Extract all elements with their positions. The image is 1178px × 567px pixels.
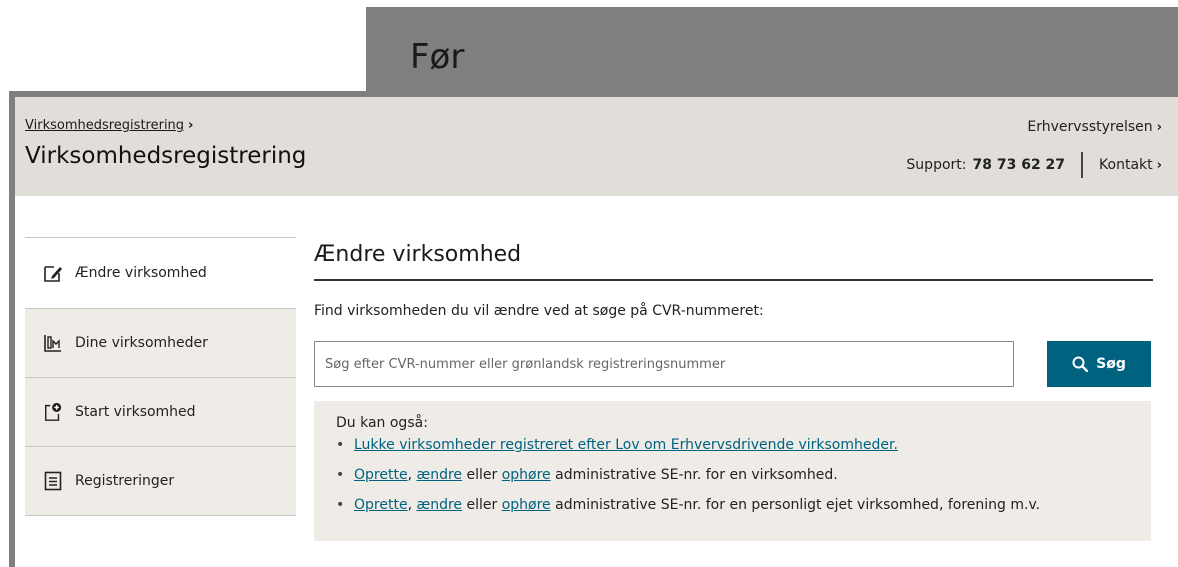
sidebar-item-your-companies[interactable]: Dine virksomheder [25,308,296,377]
search-input[interactable] [314,341,1014,387]
chevron-right-icon: › [188,118,194,133]
before-label-banner: Før [366,7,1178,99]
also-box: Du kan også: Lukke virksomheder registre… [314,401,1151,541]
sidebar-item-label: Ændre virksomhed [75,265,207,281]
main-content: Ændre virksomhed Find virksomheden du vi… [314,237,1153,541]
list-item: Oprette, ændre eller ophøre administrati… [336,495,1129,515]
search-button-label: Søg [1096,356,1126,372]
chevron-right-icon: › [1156,158,1162,173]
before-label: Før [410,37,465,77]
sidebar-item-label: Registreringer [75,473,175,489]
support-bar: Support: 78 73 62 27 Kontakt › [906,152,1162,178]
sidebar-item-label: Start virksomhed [75,404,196,420]
page: Virksomhedsregistrering › Virksomhedsregi… [15,97,1178,567]
screenshot-frame: Virksomhedsregistrering › Virksomhedsregi… [9,91,1178,567]
terminate-link[interactable]: ophøre [502,497,551,513]
intro-text: Find virksomheden du vil ændre ved at sø… [314,303,764,319]
edit-icon [43,262,63,284]
support-label: Support: [906,157,967,173]
breadcrumb: Virksomhedsregistrering › [25,118,193,133]
also-list: Lukke virksomheder registreret efter Lov… [336,435,1129,515]
search-button[interactable]: Søg [1047,341,1151,387]
create-link[interactable]: Oprette [354,497,408,513]
sidebar-item-start-company[interactable]: Start virksomhed [25,377,296,446]
create-link[interactable]: Oprette [354,467,408,483]
header-divider [1081,152,1084,178]
change-link[interactable]: ændre [416,497,462,513]
list-item-text: administrative SE-nr. for en virksomhed. [550,467,838,483]
chevron-right-icon: › [1156,120,1162,135]
start-company-icon [43,401,63,423]
terminate-link[interactable]: ophøre [502,467,551,483]
contact-link-label: Kontakt [1099,157,1153,173]
list-item: Oprette, ændre eller ophøre administrati… [336,465,1129,485]
close-companies-link[interactable]: Lukke virksomheder registreret efter Lov… [354,437,898,453]
also-title: Du kan også: [336,415,428,431]
breadcrumb-link[interactable]: Virksomhedsregistrering [25,118,184,133]
sidebar-nav: Ændre virksomhed Dine virksomheder Start… [25,237,296,516]
separator-text: eller [462,497,502,513]
sidebar-item-label: Dine virksomheder [75,335,208,351]
companies-icon [43,332,63,354]
org-link-label: Erhvervsstyrelsen [1027,119,1153,135]
document-list-icon [43,470,63,492]
contact-link[interactable]: Kontakt › [1099,157,1162,173]
title-divider [314,279,1153,281]
search-icon [1072,356,1089,372]
list-item-text: administrative SE-nr. for en personligt … [550,497,1041,513]
sidebar-item-change-company[interactable]: Ændre virksomhed [25,237,296,308]
site-header: Virksomhedsregistrering › Virksomhedsregi… [15,97,1178,196]
org-link[interactable]: Erhvervsstyrelsen › [1027,119,1162,135]
page-title: Ændre virksomhed [314,242,522,267]
app-title: Virksomhedsregistrering [25,143,307,169]
list-item: Lukke virksomheder registreret efter Lov… [336,435,1129,455]
change-link[interactable]: ændre [416,467,462,483]
sidebar-item-registrations[interactable]: Registreringer [25,446,296,516]
separator-text: eller [462,467,502,483]
support-number: 78 73 62 27 [972,157,1066,173]
search-row: Søg [314,341,1153,391]
